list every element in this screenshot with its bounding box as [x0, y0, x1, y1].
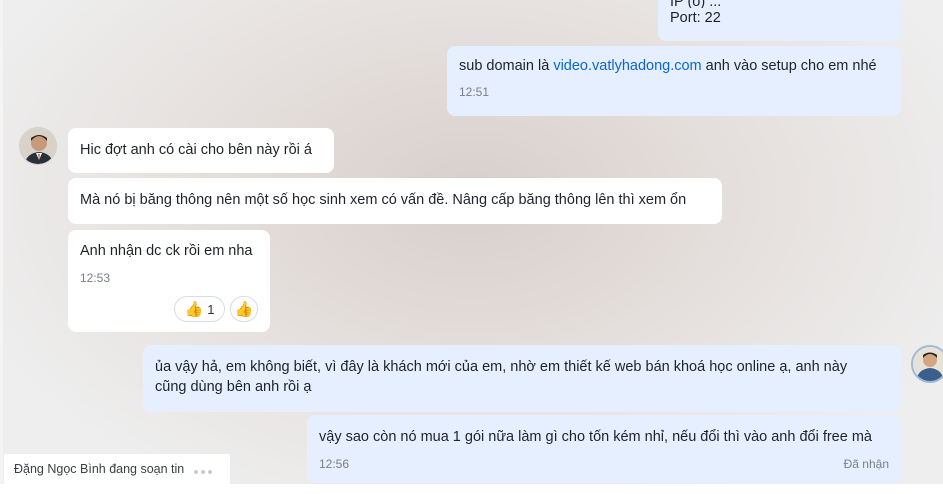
left-edge: [0, 0, 3, 494]
delivery-status: Đã nhận: [843, 457, 889, 471]
message-server-info[interactable]: IP (o) ... Port: 22: [658, 0, 901, 41]
message-incoming-1-text: Hic đợt anh có cài cho bên này rồi á: [80, 142, 312, 158]
message-outgoing-1[interactable]: ủa vậy hả, em không biết, vì đây là khác…: [143, 345, 901, 412]
message-outgoing-1-line-1: ủa vậy hả, em không biết, vì đây là khác…: [155, 359, 848, 375]
typing-indicator-text: Đặng Ngọc Bình đang soạn tin: [14, 462, 185, 476]
my-avatar[interactable]: [911, 345, 943, 383]
subdomain-prefix: sub domain là: [459, 58, 554, 74]
message-incoming-2[interactable]: Mà nó bị băng thông nên một số học sinh …: [68, 178, 722, 224]
composer-edge: [0, 484, 943, 494]
message-time: 12:56: [319, 457, 350, 471]
message-subdomain[interactable]: sub domain là video.vatlyhadong.com anh …: [447, 46, 901, 116]
server-info-port: Port: 22: [670, 10, 721, 26]
contact-avatar[interactable]: [19, 127, 57, 165]
subdomain-link[interactable]: video.vatlyhadong.com: [553, 58, 701, 74]
message-subdomain-text: sub domain là video.vatlyhadong.com anh …: [459, 56, 889, 76]
server-info-cut-line: IP (o) ...: [670, 0, 722, 8]
reaction-thumbs-up-count[interactable]: 👍 1: [174, 296, 225, 322]
message-incoming-3-text: Anh nhận dc ck rồi em nha: [80, 243, 253, 259]
thumbs-up-icon: 👍: [234, 300, 254, 318]
message-incoming-2-text: Mà nó bị băng thông nên một số học sinh …: [80, 192, 687, 208]
subdomain-suffix: anh vào setup cho em nhé: [701, 58, 877, 74]
typing-indicator: Đặng Ngọc Bình đang soạn tin: [4, 454, 230, 484]
message-time: 12:53: [80, 271, 111, 285]
message-outgoing-2-text: vậy sao còn nó mua 1 gói nữa làm gì cho …: [319, 429, 872, 445]
typing-dots-icon: [193, 455, 215, 485]
message-outgoing-2[interactable]: vậy sao còn nó mua 1 gói nữa làm gì cho …: [307, 415, 901, 483]
message-outgoing-1-line-2: cũng dùng bên anh rồi ạ: [155, 379, 312, 395]
reaction-count: 1: [207, 301, 215, 317]
add-reaction-button[interactable]: 👍: [230, 296, 258, 322]
message-incoming-1[interactable]: Hic đợt anh có cài cho bên này rồi á: [68, 128, 334, 173]
thumbs-up-icon: 👍: [184, 300, 204, 318]
message-time: 12:51: [459, 85, 490, 99]
message-outgoing-2-footer: 12:56 Đã nhận: [319, 456, 889, 472]
